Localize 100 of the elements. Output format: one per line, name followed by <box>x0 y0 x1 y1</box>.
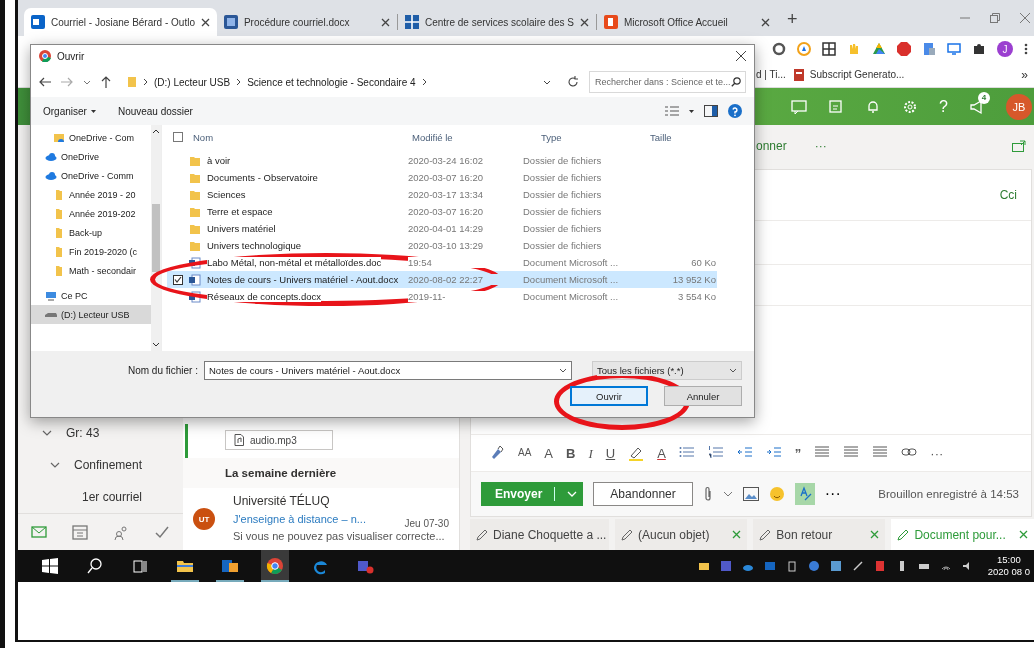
filename-field[interactable]: Notes de cours - Univers matériel - Aout.docx <box>204 361 572 380</box>
folder-item[interactable]: Gr: 43 <box>18 417 183 449</box>
settings-icon[interactable] <box>902 98 919 115</box>
stop-sign-icon[interactable] <box>897 42 911 56</box>
format-button[interactable]: A <box>657 446 666 460</box>
row-checkbox[interactable] <box>173 274 183 285</box>
draft-tab[interactable]: (Aucun objet) <box>615 519 748 550</box>
cc-link[interactable]: Cci <box>999 188 1017 202</box>
check-icon[interactable] <box>154 524 171 540</box>
mail-icon[interactable] <box>30 524 47 540</box>
format-button[interactable]: AA <box>518 448 532 458</box>
nav-item[interactable]: Fin 2019-2020 (c <box>31 242 151 261</box>
highlighter-icon[interactable] <box>628 445 645 461</box>
compass-icon[interactable] <box>797 42 811 56</box>
open-button[interactable]: Ouvrir <box>570 386 648 406</box>
calendar-icon[interactable] <box>71 524 88 540</box>
address-bar[interactable]: (D:) Lecteur USB Science et technologie - Secondaire 4 <box>121 71 557 93</box>
column-header[interactable]: Taille <box>646 131 716 143</box>
grid-icon[interactable] <box>822 42 836 56</box>
folder-item[interactable]: Confinement <box>18 449 183 481</box>
column-header[interactable]: Modifié le <box>408 131 537 143</box>
document-icon[interactable] <box>922 42 936 56</box>
user-avatar[interactable]: JB <box>1006 93 1032 120</box>
format-button[interactable]: I <box>588 446 593 460</box>
more-button[interactable]: ··· <box>814 139 827 153</box>
format-button[interactable]: ··· <box>930 446 944 460</box>
nav-item[interactable]: (D:) Lecteur USB <box>31 305 151 324</box>
draft-tab[interactable]: Document pour... <box>891 519 1034 550</box>
browser-tab[interactable]: Centre de services scolaire des S <box>397 8 596 36</box>
image-icon[interactable] <box>742 487 759 501</box>
menu-icon[interactable] <box>1024 42 1028 56</box>
close-icon[interactable] <box>200 17 210 27</box>
draft-tab[interactable]: Diane Choquette a ... <box>470 519 609 550</box>
file-row[interactable]: Terre et espace 2020-03-07 16:20 Dossier de fichiers <box>167 203 717 220</box>
select-all-checkbox[interactable] <box>173 132 183 142</box>
numbered-list-icon[interactable] <box>707 445 724 461</box>
scroll-down-icon[interactable] <box>152 342 160 347</box>
folder-item[interactable]: 1er courriel <box>18 481 183 513</box>
paperclip-icon[interactable] <box>702 486 713 502</box>
nav-item[interactable]: OneDrive - Comm <box>31 166 151 185</box>
cancel-button[interactable]: Annuler <box>664 386 742 406</box>
triangle-icon[interactable] <box>872 42 886 56</box>
file-row[interactable]: Univers matériel 2020-04-01 14:29 Dossier de fichiers <box>167 220 717 237</box>
ring-icon[interactable] <box>772 42 786 56</box>
new-tab-button[interactable]: + <box>786 9 798 30</box>
chevron-icon[interactable] <box>50 462 60 468</box>
format-painter-icon[interactable] <box>489 445 505 461</box>
scrollbar-thumb[interactable] <box>152 204 160 272</box>
overflow-button[interactable]: » <box>1021 67 1034 82</box>
chrome-icon[interactable] <box>266 557 284 575</box>
message-item[interactable]: UT Université TÉLUQ J'enseigne à distance – n... Jeu 07-30 Si vous ne pouvez pas visualiser correcte... <box>183 488 459 550</box>
file-row[interactable]: Documents - Observatoire 2020-03-07 16:20 Dossier de fichiers <box>167 169 717 186</box>
nav-item[interactable]: Année 2019 - 20 <box>31 185 151 204</box>
nav-item[interactable]: Back-up <box>31 223 151 242</box>
help-icon[interactable] <box>728 104 742 118</box>
browser-tab[interactable]: Procédure courriel.docx <box>216 8 397 36</box>
editor-button[interactable] <box>794 483 815 505</box>
nav-item[interactable]: Math - secondair <box>31 261 151 280</box>
close-icon[interactable] <box>760 17 770 27</box>
format-button[interactable]: B <box>566 446 576 460</box>
search-field[interactable]: Rechercher dans : Science et te... <box>589 71 746 93</box>
chevron-icon[interactable] <box>42 430 52 436</box>
back-arrow-icon[interactable] <box>39 77 51 87</box>
pop-out-icon[interactable] <box>1012 140 1026 152</box>
new-folder-button[interactable]: Nouveau dossier <box>117 105 193 117</box>
people-icon[interactable] <box>113 524 130 540</box>
up-arrow-icon[interactable] <box>101 76 111 88</box>
file-row[interactable]: Univers technologique 2020-03-10 13:29 Dossier de fichiers <box>167 237 717 254</box>
format-button[interactable]: ” <box>794 446 802 460</box>
format-button[interactable]: U <box>605 446 616 460</box>
attachment-chip[interactable]: audio.mp3 <box>225 430 333 450</box>
windows-icon[interactable] <box>41 557 59 575</box>
file-type-dropdown[interactable]: Tous les fichiers (*.*) <box>592 361 742 380</box>
file-row[interactable]: Notes de cours - Univers matériel - Aout.docx 2020-08-02 22:27 Document Microsoft ... 13 952 Ko <box>167 271 717 288</box>
emoji-icon[interactable] <box>768 486 785 502</box>
bookmark-link[interactable]: Subscript Generato... <box>793 68 905 81</box>
chat-icon[interactable] <box>791 98 808 115</box>
preview-pane-icon[interactable] <box>704 105 718 117</box>
caret-icon[interactable] <box>689 109 694 113</box>
nav-item[interactable]: OneDrive - Com <box>31 128 151 147</box>
clock[interactable]: 15:00 2020 08 0 <box>983 554 1034 578</box>
browser-tab[interactable]: Courriel - Josiane Bérard - Outlo <box>24 8 217 36</box>
column-header[interactable]: Type <box>537 131 646 143</box>
task-view-icon[interactable] <box>131 557 149 575</box>
close-icon[interactable] <box>380 17 390 27</box>
more-button[interactable]: ··· <box>824 485 841 503</box>
command-button[interactable]: onner <box>756 139 787 153</box>
close-icon[interactable] <box>579 17 589 27</box>
nav-item[interactable]: Ce PC <box>31 286 151 305</box>
organize-menu[interactable]: Organiser <box>43 105 96 117</box>
discard-button[interactable]: Abandonner <box>593 482 693 506</box>
refresh-icon[interactable] <box>567 76 579 88</box>
draft-tab[interactable]: Bon retour <box>753 519 886 550</box>
format-button[interactable]: A <box>544 446 553 460</box>
search-icon[interactable] <box>86 557 104 575</box>
scroll-up-icon[interactable] <box>152 129 160 134</box>
monitor-icon[interactable] <box>947 42 961 56</box>
send-button[interactable]: Envoyer <box>481 482 584 506</box>
bookmark-link[interactable]: d | Ti... <box>756 69 786 80</box>
file-row[interactable]: à voir 2020-03-24 16:02 Dossier de fichiers <box>167 152 717 169</box>
